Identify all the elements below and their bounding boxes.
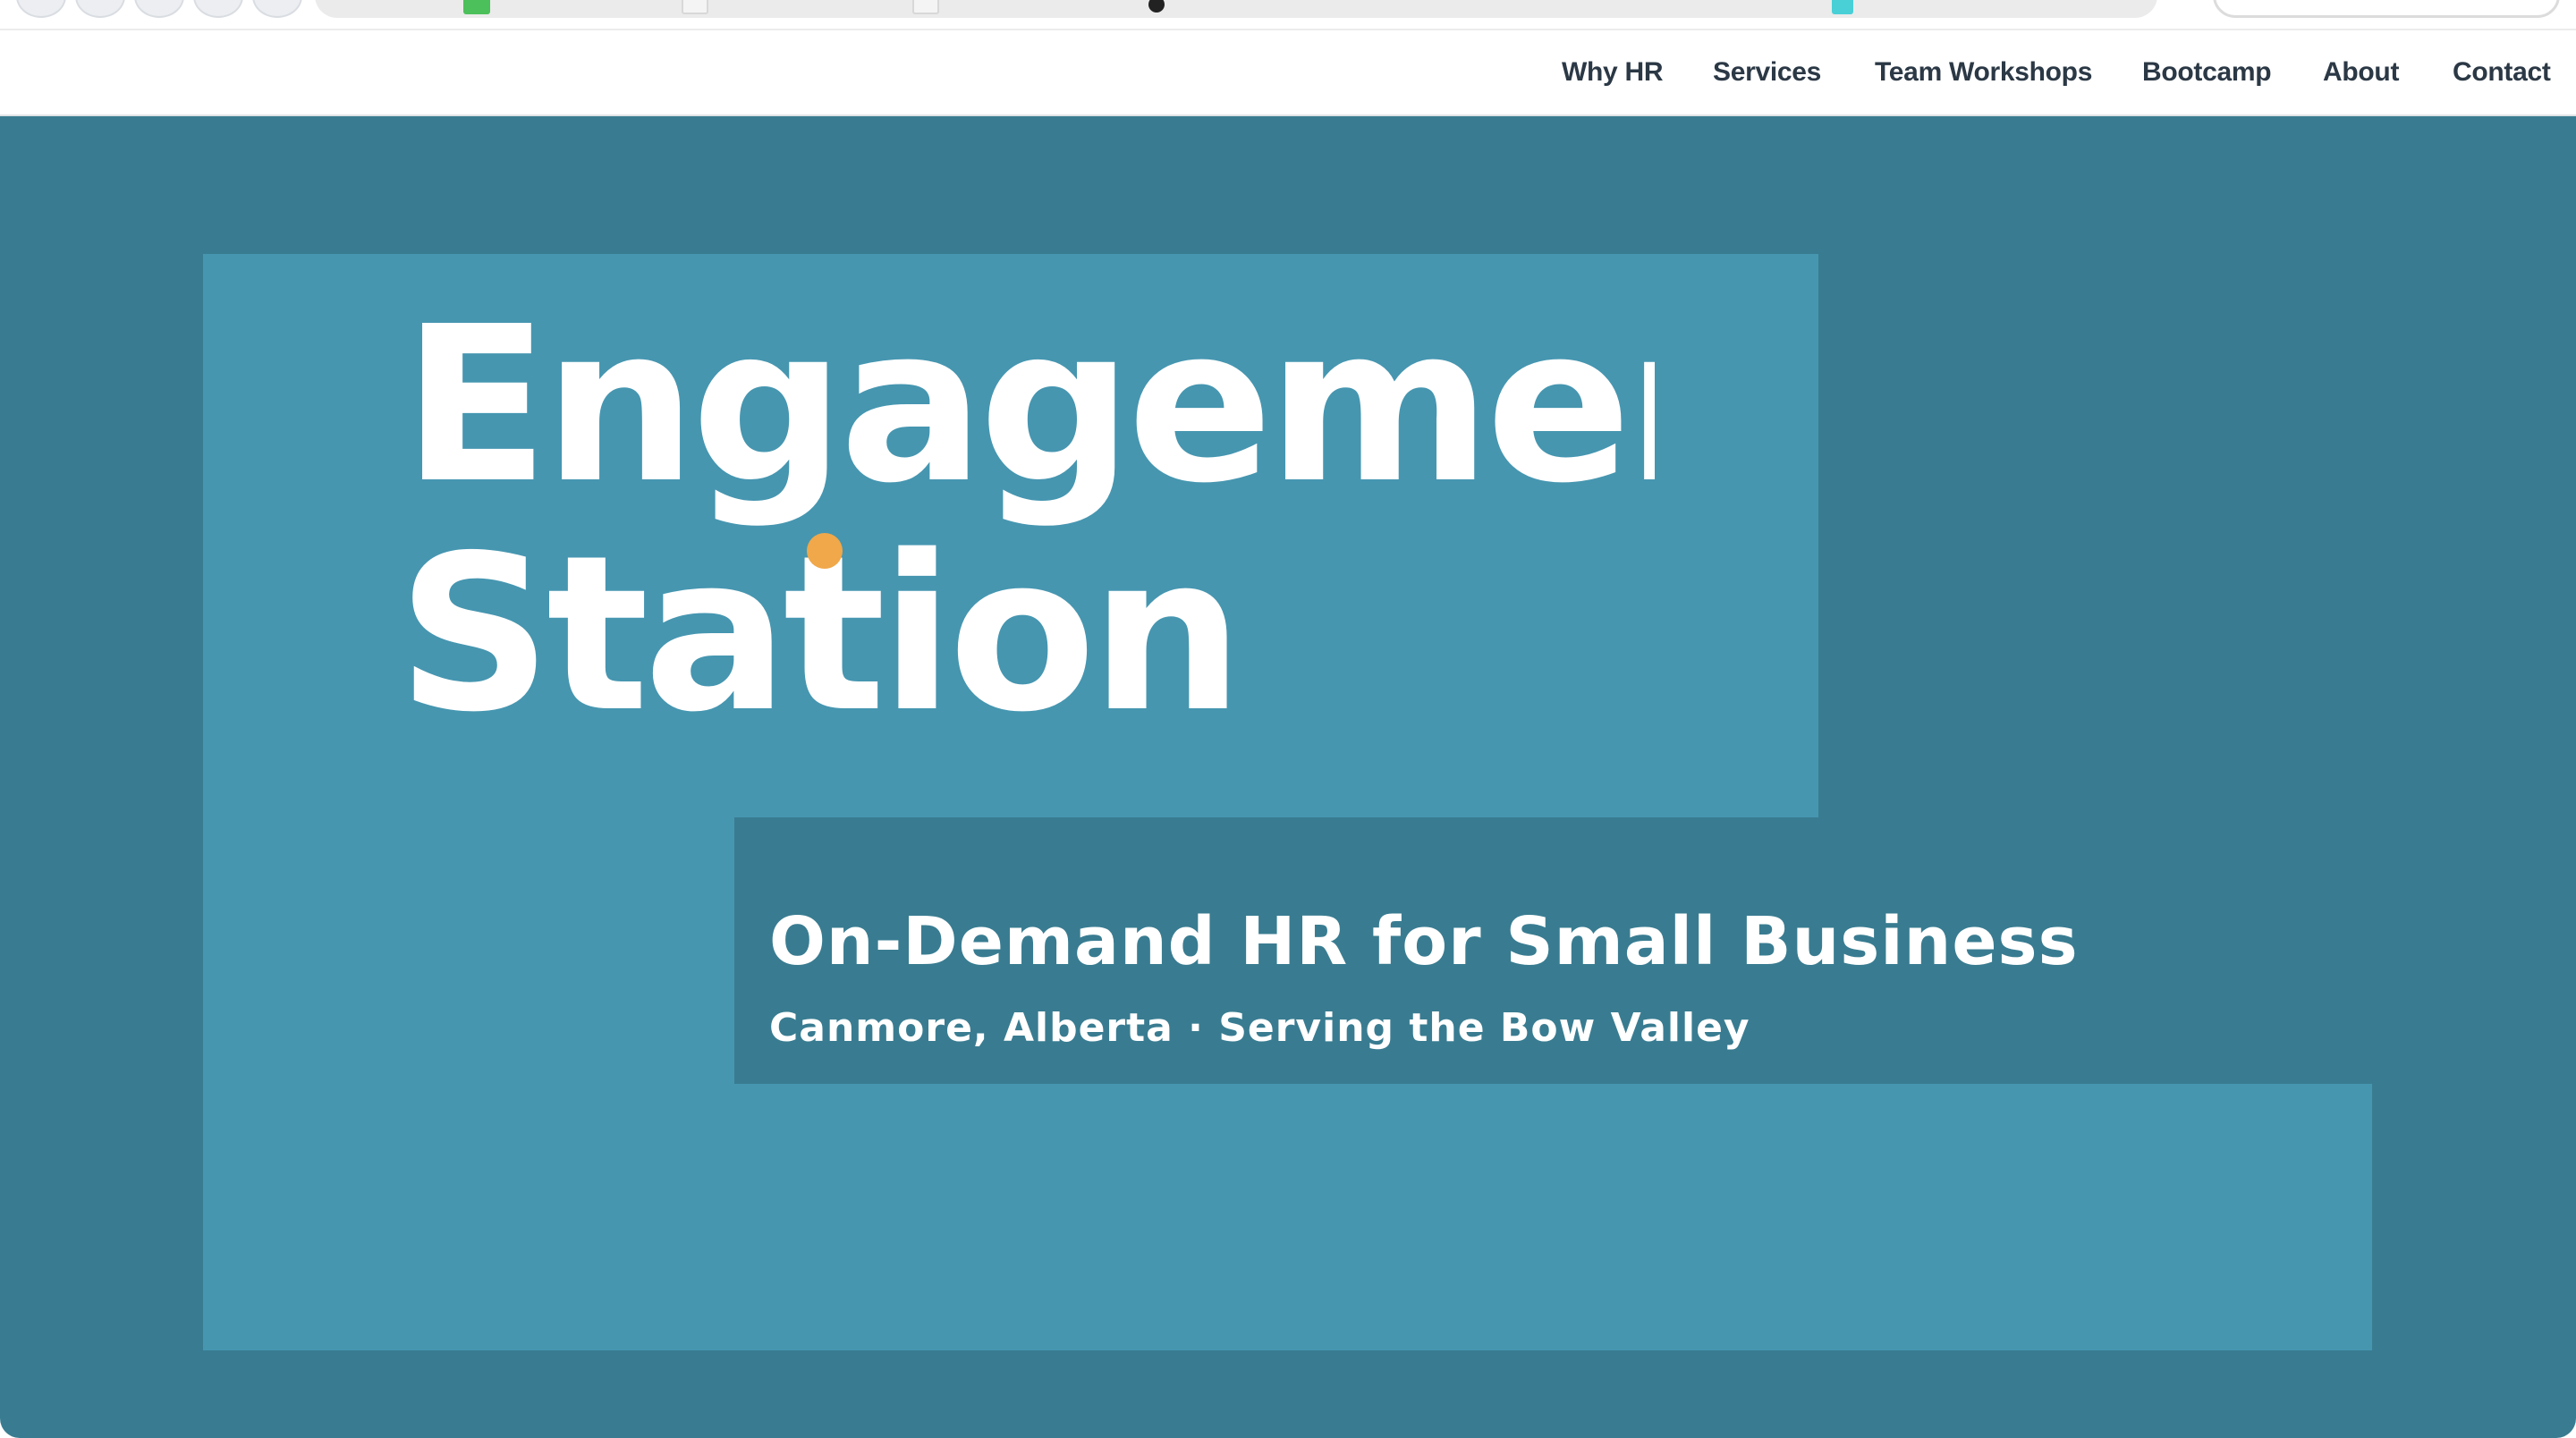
logo-orange-dot	[807, 533, 843, 569]
nav-contact[interactable]: Contact	[2453, 30, 2551, 114]
browser-search-icon[interactable]	[134, 0, 184, 18]
hero-location: Canmore, Alberta · Serving the Bow Valle…	[769, 1005, 1750, 1051]
logo-line-1: Engagement	[402, 309, 1655, 530]
hero-panel-left	[203, 817, 734, 1084]
browser-profile-pill[interactable]	[2213, 0, 2560, 18]
browser-extension-icon[interactable]	[75, 0, 125, 18]
hero-tagline: On-Demand HR for Small Business	[769, 903, 2079, 980]
nav-bootcamp[interactable]: Bootcamp	[2142, 30, 2272, 114]
hero-section: Engagement Station On-Demand HR for Smal…	[0, 116, 2576, 1438]
bookmark-doc-icon[interactable]	[682, 0, 708, 14]
site-navigation: Why HR Services Team Workshops Bootcamp …	[0, 30, 2576, 116]
browser-bookmarks-strip	[0, 0, 2576, 30]
nav-team-workshops[interactable]: Team Workshops	[1875, 30, 2092, 114]
browser-tools-icon[interactable]	[252, 0, 302, 18]
bookmark-app-icon[interactable]	[1832, 0, 1853, 14]
bookmark-sheets-icon[interactable]	[463, 0, 490, 14]
hero-panel-bottom	[203, 1084, 2372, 1350]
nav-services[interactable]: Services	[1713, 30, 1821, 114]
bookmarks-bar	[315, 0, 2157, 18]
bookmark-doc-icon[interactable]	[912, 0, 939, 14]
engagement-station-logo: Engagement Station	[402, 309, 1655, 759]
browser-back-button[interactable]	[16, 0, 66, 18]
nav-why-hr[interactable]: Why HR	[1562, 30, 1664, 114]
nav-about[interactable]: About	[2323, 30, 2399, 114]
browser-add-icon[interactable]	[193, 0, 243, 18]
